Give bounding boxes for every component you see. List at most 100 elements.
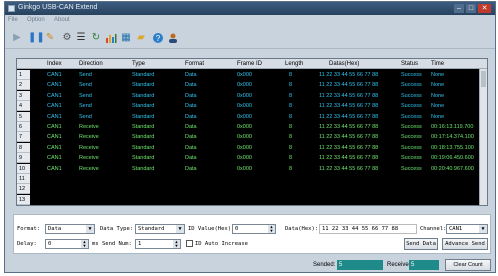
table-row[interactable]: 3 CAN1 Send Standard Data 0x000 8 11 22 33 44 5… <box>17 90 479 101</box>
cell-format: Data <box>185 134 197 141</box>
table-row[interactable]: 2 CAN1 Send Standard Data 0x000 8 11 22 33 44 5… <box>17 80 479 91</box>
table-row[interactable]: 6 CAN1 Receive Standard Data 0x000 8 11 22 33 4… <box>17 122 479 132</box>
minimize-button[interactable]: – <box>454 4 464 13</box>
menu-bar: File Option About <box>5 16 495 26</box>
spinner-icon[interactable]: ▲ ▼ <box>268 225 275 233</box>
header-direction: Direction <box>79 61 103 67</box>
cell-type: Standard <box>132 155 155 162</box>
send-data-button[interactable]: Send Data <box>404 238 438 250</box>
cell-direction: Send <box>79 92 92 99</box>
menu-file[interactable]: File <box>8 17 18 23</box>
cell-frame-id: 0x000 <box>237 165 252 172</box>
filter-icon[interactable]: ▦ <box>120 32 132 44</box>
send-num-text: 1 <box>138 241 142 247</box>
cell-status: Success <box>401 134 422 141</box>
id-value-field[interactable]: 0 ▲ ▼ <box>232 224 276 234</box>
cell-direction: Send <box>79 113 92 120</box>
menu-about[interactable]: About <box>54 17 70 23</box>
cell-data: 11 22 33 44 55 66 77 88 <box>319 144 379 151</box>
message-table[interactable]: Index Direction Type Format Frame ID Len… <box>16 58 488 206</box>
table-row[interactable]: 8 CAN1 Receive Standard Data 0x000 8 11 22 33 4… <box>17 142 479 153</box>
sended-label: Sended: <box>313 262 336 268</box>
vertical-scrollbar[interactable] <box>479 69 487 205</box>
header-time: Time <box>431 61 445 67</box>
toolbar: ▶ ❚❚ ✎ ⚙ ☰ ↻ ▦ ▰ ? <box>5 27 495 49</box>
maximize-button[interactable]: □ <box>466 4 476 13</box>
cell-index: CAN1 <box>47 134 62 141</box>
cell-data: 11 22 33 44 55 66 77 88 <box>319 103 379 110</box>
table-row[interactable]: 4 CAN1 Send Standard Data 0x000 8 11 22 33 44 5… <box>17 101 479 112</box>
row-number: 8 <box>17 142 30 153</box>
send-num-label: Send Num: <box>102 241 132 247</box>
channel-label: Channel: <box>420 226 447 232</box>
advance-send-button[interactable]: Advance Send <box>442 238 488 250</box>
close-button[interactable]: ✕ <box>478 4 491 13</box>
data-type-select[interactable]: Standard ▼ <box>135 224 185 234</box>
id-auto-increase-checkbox[interactable] <box>186 240 193 247</box>
table-row[interactable]: 10 CAN1 Receive Standard Data 0x000 8 11 22 33 … <box>17 163 479 174</box>
list-icon[interactable]: ☰ <box>75 32 87 44</box>
channel-select[interactable]: CAN1 ▼ <box>446 224 488 234</box>
table-row[interactable]: 11 <box>17 174 479 184</box>
cell-data: 11 22 33 44 55 66 77 88 <box>319 165 379 172</box>
spinner-icon[interactable]: ▲ ▼ <box>81 240 88 248</box>
cell-type: Standard <box>132 72 155 78</box>
cell-format: Data <box>185 113 197 120</box>
window-title: Ginkgo USB-CAN Extend <box>18 4 98 11</box>
received-count: 5 <box>409 260 439 270</box>
cell-data: 11 22 33 44 55 66 77 88 <box>319 72 379 78</box>
settings-icon[interactable]: ⚙ <box>61 32 73 44</box>
delay-field[interactable]: 0 ▲ ▼ <box>45 239 89 249</box>
cell-status: Success <box>401 113 422 120</box>
pause-icon[interactable]: ❚❚ <box>28 32 45 44</box>
scrollbar-thumb[interactable] <box>481 71 486 87</box>
cell-length: 8 <box>289 124 293 130</box>
table-row[interactable]: 9 CAN1 Receive Standard Data 0x000 8 11 22 33 4… <box>17 153 479 164</box>
cell-time: 00:17:14.374.100 <box>431 134 474 141</box>
cell-frame-id: 0x000 <box>237 155 252 162</box>
clear-count-button[interactable]: Clear Count <box>445 259 491 271</box>
app-icon <box>8 5 15 12</box>
menu-option[interactable]: Option <box>27 17 45 23</box>
cell-status: Success <box>401 92 422 99</box>
cell-length: 8 <box>289 113 293 120</box>
row-number: 9 <box>17 153 30 164</box>
format-select[interactable]: Data ▼ <box>45 224 95 234</box>
cell-data: 11 22 33 44 55 66 77 88 <box>319 155 379 162</box>
row-number: 4 <box>17 101 30 112</box>
help-icon[interactable]: ? <box>152 32 164 44</box>
cell-status: Success <box>401 124 422 130</box>
format-value: Data <box>48 226 62 232</box>
cell-format: Data <box>185 155 197 162</box>
cell-index: CAN1 <box>47 92 62 99</box>
channel-value: CAN1 <box>449 226 463 232</box>
user-icon[interactable] <box>167 32 179 44</box>
table-row[interactable]: 13 <box>17 194 479 205</box>
status-bar: Sended: 5 Received: 5 Clear Count <box>5 258 495 272</box>
cell-direction: Send <box>79 72 92 78</box>
data-type-value: Standard <box>138 226 165 232</box>
chart-icon[interactable] <box>105 32 117 44</box>
cell-status: Success <box>401 82 422 89</box>
row-number: 3 <box>17 90 30 101</box>
refresh-icon[interactable]: ↻ <box>90 32 102 44</box>
data-hex-input[interactable]: 11 22 33 44 55 66 77 88 <box>319 224 417 234</box>
table-row[interactable]: 7 CAN1 Receive Standard Data 0x000 8 11 22 33 4… <box>17 132 479 143</box>
clear-icon[interactable]: ✎ <box>44 32 56 44</box>
table-row[interactable]: 5 CAN1 Send Standard Data 0x000 8 11 22 33 44 5… <box>17 111 479 122</box>
cell-length: 8 <box>289 82 293 89</box>
cell-index: CAN1 <box>47 103 62 110</box>
folder-icon[interactable]: ▰ <box>135 32 147 44</box>
spinner-icon[interactable]: ▲ ▼ <box>173 240 180 248</box>
cell-format: Data <box>185 144 197 151</box>
header-length: Length <box>285 61 304 67</box>
cell-frame-id: 0x000 <box>237 144 252 151</box>
send-num-field[interactable]: 1 ▲ ▼ <box>135 239 181 249</box>
cell-type: Standard <box>132 165 155 172</box>
main-window: Ginkgo USB-CAN Extend – □ ✕ File Option … <box>4 1 496 273</box>
cell-type: Standard <box>132 113 155 120</box>
table-row[interactable]: 1 CAN1 Send Standard Data 0x000 8 11 22 33 44 5… <box>17 70 479 80</box>
table-row[interactable]: 12 <box>17 184 479 195</box>
play-icon[interactable]: ▶ <box>11 32 23 44</box>
id-value-text: 0 <box>235 226 239 232</box>
